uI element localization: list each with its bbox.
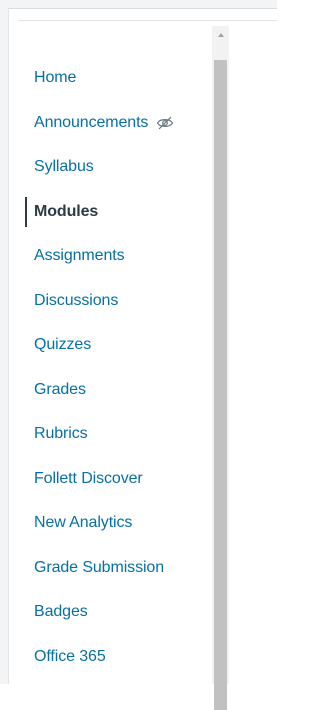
nav-item-quizzes[interactable]: Quizzes xyxy=(25,323,210,368)
header-divider xyxy=(18,20,277,21)
nav-item-label[interactable]: Announcements xyxy=(34,114,148,132)
nav-item-label[interactable]: Badges xyxy=(34,603,88,621)
nav-item-home[interactable]: Home xyxy=(25,56,210,101)
nav-item-label[interactable]: Rubrics xyxy=(34,425,88,443)
nav-item-label[interactable]: Discussions xyxy=(34,292,118,310)
nav-item-label[interactable]: Office 365 xyxy=(34,648,106,666)
main-content-area xyxy=(229,26,277,684)
nav-item-label[interactable]: Follett Discover xyxy=(34,470,143,488)
vertical-scrollbar[interactable] xyxy=(212,26,229,710)
nav-item-grade-submission[interactable]: Grade Submission xyxy=(25,546,210,591)
nav-item-discussions[interactable]: Discussions xyxy=(25,279,210,324)
nav-item-label[interactable]: New Analytics xyxy=(34,514,132,532)
nav-item-label[interactable]: Grade Submission xyxy=(34,559,164,577)
nav-item-assignments[interactable]: Assignments xyxy=(25,234,210,279)
nav-item-badges[interactable]: Badges xyxy=(25,590,210,635)
nav-item-modules[interactable]: Modules xyxy=(25,190,210,235)
nav-item-label[interactable]: Grades xyxy=(34,381,86,399)
nav-item-label[interactable]: Syllabus xyxy=(34,158,94,176)
nav-item-label[interactable]: Assignments xyxy=(34,247,125,265)
scrollbar-thumb[interactable] xyxy=(214,60,227,710)
scroll-up-arrow-icon[interactable] xyxy=(212,26,229,43)
nav-item-grades[interactable]: Grades xyxy=(25,368,210,413)
nav-item-follett-discover[interactable]: Follett Discover xyxy=(25,457,210,502)
course-nav-list: Home Announcements Syllabus Modules Assi… xyxy=(25,56,210,679)
nav-item-label[interactable]: Home xyxy=(34,69,76,87)
eye-off-icon xyxy=(157,116,174,130)
nav-item-office-365[interactable]: Office 365 xyxy=(25,635,210,680)
nav-item-label[interactable]: Quizzes xyxy=(34,336,91,354)
nav-item-rubrics[interactable]: Rubrics xyxy=(25,412,210,457)
nav-item-label[interactable]: Modules xyxy=(34,203,98,221)
nav-item-syllabus[interactable]: Syllabus xyxy=(25,145,210,190)
nav-item-announcements[interactable]: Announcements xyxy=(25,101,210,146)
nav-item-new-analytics[interactable]: New Analytics xyxy=(25,501,210,546)
